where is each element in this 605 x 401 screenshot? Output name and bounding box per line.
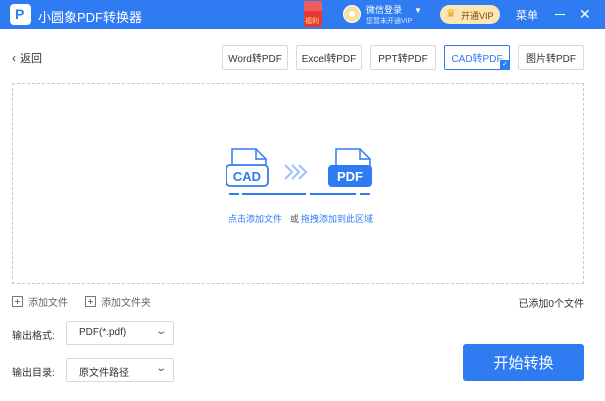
gift-lid <box>304 1 322 11</box>
check-icon: ✓ <box>500 60 510 70</box>
crown-icon: ♛ <box>446 8 456 20</box>
app-logo-icon: P <box>10 4 31 25</box>
avatar[interactable] <box>343 5 361 23</box>
back-button[interactable]: ‹ 返回 <box>12 50 42 66</box>
tab-cad-label: CAD转PDF <box>451 54 503 65</box>
output-format-label: 输出格式: <box>12 331 55 342</box>
login-subtitle: 您暂未开通VIP <box>366 18 413 25</box>
chevron-down-icon: ⌄ <box>154 326 167 337</box>
title-bar: P 小圆象PDF转换器 福利 微信登录 您暂未开通VIP ▼ ♛ 开通VIP 菜… <box>0 0 605 29</box>
output-format-value: PDF(*.pdf) <box>79 327 127 338</box>
tab-cad-to-pdf[interactable]: CAD转PDF ✓ <box>444 45 510 70</box>
double-chevron-right-icon <box>284 164 308 180</box>
start-convert-button[interactable]: 开始转换 <box>463 344 584 381</box>
login-title[interactable]: 微信登录 <box>366 3 402 16</box>
file-count: 已添加0个文件 <box>518 299 584 310</box>
tab-word-to-pdf[interactable]: Word转PDF <box>222 45 288 70</box>
tab-image-to-pdf[interactable]: 图片转PDF <box>518 45 584 70</box>
drop-zone[interactable]: CAD PDF 点击添加文件 或 拖拽添加到此区域 <box>12 83 584 284</box>
caret-down-icon[interactable]: ▼ <box>414 6 422 15</box>
app-title: 小圆象PDF转换器 <box>38 10 143 25</box>
click-add-file-link[interactable]: 点击添加文件 <box>228 212 282 225</box>
add-file-button[interactable]: 添加文件 <box>12 294 68 309</box>
output-dir-label: 输出目录: <box>12 368 55 379</box>
add-folder-label: 添加文件夹 <box>101 298 151 309</box>
gift-label: 福利 <box>305 18 319 25</box>
tab-ppt-to-pdf[interactable]: PPT转PDF <box>370 45 436 70</box>
pdf-file-label: PDF <box>337 169 363 184</box>
minimize-icon[interactable] <box>555 14 565 15</box>
close-icon[interactable]: ✕ <box>579 5 591 23</box>
drag-add-hint: 拖拽添加到此区域 <box>301 214 374 224</box>
conversion-illustration: CAD PDF <box>226 148 372 195</box>
output-dir-select[interactable]: 原文件路径 ⌄ <box>66 358 174 382</box>
add-file-icon <box>12 296 23 307</box>
cad-file-label: CAD <box>233 169 261 184</box>
open-vip-button[interactable]: ♛ 开通VIP <box>440 5 500 24</box>
cad-file-icon: CAD <box>226 148 306 195</box>
or-text: 或 <box>290 214 300 224</box>
chevron-down-icon: ⌄ <box>154 363 167 374</box>
tab-excel-to-pdf[interactable]: Excel转PDF <box>296 45 362 70</box>
app-logo-letter: P <box>15 6 25 22</box>
open-vip-label: 开通VIP <box>461 11 494 21</box>
add-file-label: 添加文件 <box>28 298 68 309</box>
output-format-select[interactable]: PDF(*.pdf) ⌄ <box>66 321 174 345</box>
output-dir-value: 原文件路径 <box>79 368 129 379</box>
pdf-file-icon: PDF <box>310 148 372 195</box>
add-folder-icon <box>85 296 96 307</box>
add-folder-button[interactable]: 添加文件夹 <box>85 294 151 309</box>
menu-button[interactable]: 菜单 <box>516 7 538 23</box>
gift-icon[interactable]: 福利 <box>304 1 322 27</box>
chevron-left-icon: ‹ <box>12 51 16 65</box>
back-label: 返回 <box>20 53 42 65</box>
